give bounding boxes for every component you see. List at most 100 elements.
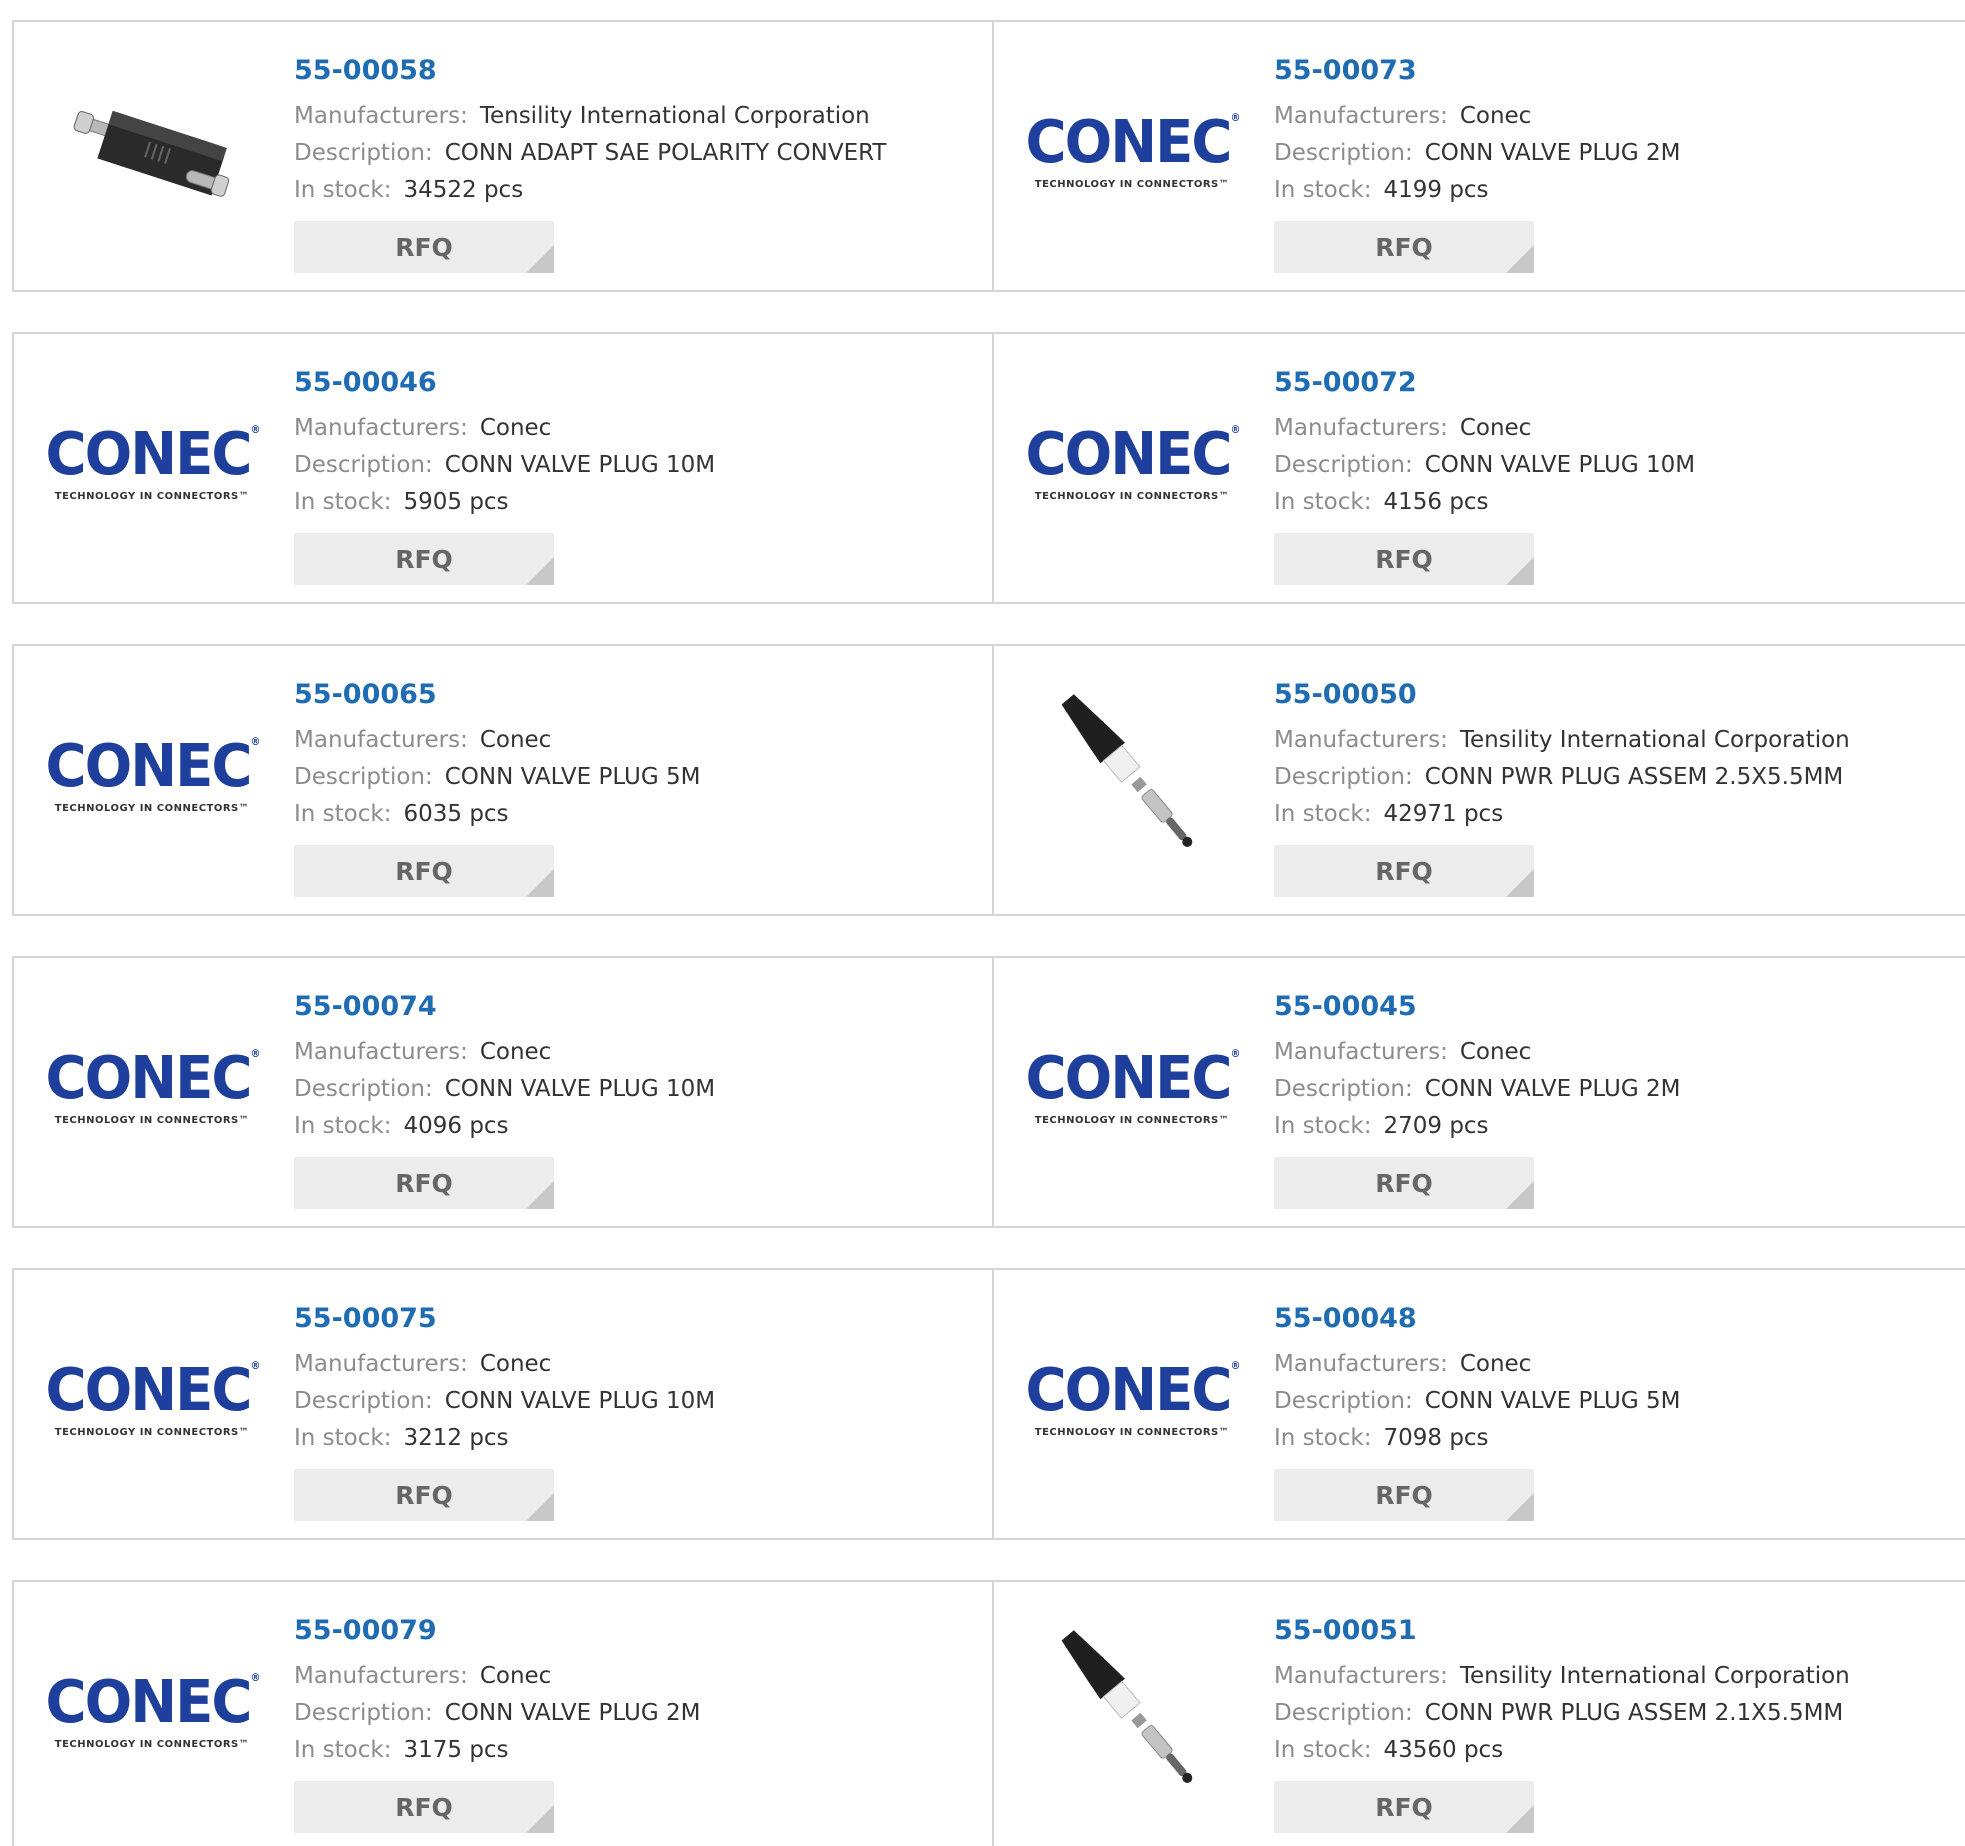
part-number-link[interactable]: 55-00074 — [294, 988, 715, 1026]
part-number-link[interactable]: 55-00065 — [294, 676, 700, 714]
stock-value: 4096 pcs — [403, 1113, 509, 1139]
manufacturer-label: Manufacturers: — [1274, 1039, 1448, 1065]
stock-label: In stock: — [1274, 1425, 1372, 1451]
stock-value: 4199 pcs — [1383, 177, 1489, 203]
corner-triangle-icon — [1506, 1181, 1534, 1209]
corner-triangle-icon — [1506, 869, 1534, 897]
manufacturer-label: Manufacturers: — [294, 1039, 468, 1065]
manufacturer-value: Conec — [479, 1663, 552, 1689]
product-image[interactable]: CONEC® TECHNOLOGY IN CONNECTORS™ — [1026, 374, 1241, 554]
part-number-link[interactable]: 55-00079 — [294, 1612, 700, 1650]
product-info: 55-00050 Manufacturers: Tensility Interna… — [1274, 676, 1850, 897]
stock-line: In stock: 4199 pcs — [1274, 172, 1680, 209]
part-number-link[interactable]: 55-00048 — [1274, 1300, 1680, 1338]
part-number-link[interactable]: 55-00051 — [1274, 1612, 1850, 1650]
product-info: 55-00058 Manufacturers: Tensility Interna… — [294, 52, 886, 273]
rfq-button[interactable]: RFQ — [1274, 1157, 1534, 1209]
product-card: CONEC® TECHNOLOGY IN CONNECTORS™ 55-00075… — [14, 1270, 992, 1538]
corner-triangle-icon — [526, 1493, 554, 1521]
product-image[interactable] — [50, 62, 254, 242]
part-number-link[interactable]: 55-00075 — [294, 1300, 715, 1338]
rfq-button[interactable]: RFQ — [294, 1469, 554, 1521]
description-line: Description: CONN VALVE PLUG 10M — [294, 1383, 715, 1420]
rfq-button[interactable]: RFQ — [1274, 845, 1534, 897]
part-number-link[interactable]: 55-00058 — [294, 52, 886, 90]
rfq-label: RFQ — [395, 856, 453, 886]
part-number-link[interactable]: 55-00050 — [1274, 676, 1850, 714]
manufacturer-value: Conec — [479, 1039, 552, 1065]
logo-tagline: TECHNOLOGY IN CONNECTORS™ — [54, 1114, 250, 1126]
product-info: 55-00065 Manufacturers: Conec Description… — [294, 676, 700, 897]
product-image[interactable]: CONEC® TECHNOLOGY IN CONNECTORS™ — [46, 374, 261, 554]
description-label: Description: — [294, 452, 433, 478]
logo-tagline: TECHNOLOGY IN CONNECTORS™ — [1034, 178, 1230, 190]
corner-triangle-icon — [1506, 557, 1534, 585]
corner-triangle-icon — [526, 1805, 554, 1833]
description-line: Description: CONN VALVE PLUG 2M — [1274, 135, 1680, 172]
rfq-button[interactable]: RFQ — [294, 533, 554, 585]
product-image[interactable]: CONEC® TECHNOLOGY IN CONNECTORS™ — [46, 1622, 261, 1802]
rfq-label: RFQ — [395, 1168, 453, 1198]
manufacturer-value: Conec — [479, 727, 552, 753]
rfq-label: RFQ — [1375, 856, 1433, 886]
product-info: 55-00073 Manufacturers: Conec Description… — [1274, 52, 1680, 273]
manufacturer-line: Manufacturers: Tensility International Co… — [1274, 722, 1850, 759]
product-image[interactable]: CONEC® TECHNOLOGY IN CONNECTORS™ — [46, 998, 261, 1178]
product-row: CONEC® TECHNOLOGY IN CONNECTORS™ 55-00065… — [12, 644, 1965, 916]
stock-line: In stock: 7098 pcs — [1274, 1420, 1680, 1457]
stock-line: In stock: 3212 pcs — [294, 1420, 715, 1457]
product-card: CONEC® TECHNOLOGY IN CONNECTORS™ 55-00065… — [14, 646, 992, 914]
rfq-button[interactable]: RFQ — [294, 845, 554, 897]
corner-triangle-icon — [526, 1181, 554, 1209]
stock-value: 2709 pcs — [1383, 1113, 1489, 1139]
product-card: 55-00050 Manufacturers: Tensility Interna… — [992, 646, 1965, 914]
conec-logo: CONEC® TECHNOLOGY IN CONNECTORS™ — [1026, 1361, 1241, 1438]
stock-line: In stock: 4156 pcs — [1274, 484, 1695, 521]
rfq-button[interactable]: RFQ — [1274, 221, 1534, 273]
logo-tagline: TECHNOLOGY IN CONNECTORS™ — [54, 1738, 250, 1750]
logo-wordmark: CONEC® — [1025, 107, 1241, 177]
product-image[interactable] — [1030, 1622, 1234, 1802]
rfq-button[interactable]: RFQ — [294, 1157, 554, 1209]
rfq-button[interactable]: RFQ — [1274, 1781, 1534, 1833]
part-number-link[interactable]: 55-00072 — [1274, 364, 1695, 402]
part-number-link[interactable]: 55-00046 — [294, 364, 715, 402]
corner-triangle-icon — [526, 869, 554, 897]
rfq-button[interactable]: RFQ — [1274, 533, 1534, 585]
stock-label: In stock: — [294, 177, 392, 203]
logo-tagline: TECHNOLOGY IN CONNECTORS™ — [54, 490, 250, 502]
description-line: Description: CONN VALVE PLUG 5M — [1274, 1383, 1680, 1420]
part-number-link[interactable]: 55-00073 — [1274, 52, 1680, 90]
product-image[interactable]: CONEC® TECHNOLOGY IN CONNECTORS™ — [1026, 1310, 1241, 1490]
product-image[interactable] — [1030, 686, 1234, 866]
stock-label: In stock: — [294, 801, 392, 827]
stock-value: 34522 pcs — [403, 177, 524, 203]
description-value: CONN VALVE PLUG 2M — [1424, 140, 1681, 166]
stock-label: In stock: — [294, 489, 392, 515]
part-number-link[interactable]: 55-00045 — [1274, 988, 1680, 1026]
description-line: Description: CONN VALVE PLUG 5M — [294, 759, 700, 796]
description-label: Description: — [1274, 1700, 1413, 1726]
rfq-button[interactable]: RFQ — [294, 221, 554, 273]
description-line: Description: CONN VALVE PLUG 2M — [1274, 1071, 1680, 1108]
rfq-button[interactable]: RFQ — [1274, 1469, 1534, 1521]
manufacturer-label: Manufacturers: — [294, 727, 468, 753]
product-row: CONEC® TECHNOLOGY IN CONNECTORS™ 55-00074… — [12, 956, 1965, 1228]
rfq-button[interactable]: RFQ — [294, 1781, 554, 1833]
description-label: Description: — [1274, 140, 1413, 166]
product-info: 55-00072 Manufacturers: Conec Description… — [1274, 364, 1695, 585]
conec-logo: CONEC® TECHNOLOGY IN CONNECTORS™ — [46, 1673, 261, 1750]
description-value: CONN VALVE PLUG 5M — [1424, 1388, 1681, 1414]
product-image[interactable]: CONEC® TECHNOLOGY IN CONNECTORS™ — [1026, 62, 1241, 242]
conec-logo: CONEC® TECHNOLOGY IN CONNECTORS™ — [46, 1361, 261, 1438]
product-image[interactable]: CONEC® TECHNOLOGY IN CONNECTORS™ — [46, 1310, 261, 1490]
product-image[interactable]: CONEC® TECHNOLOGY IN CONNECTORS™ — [46, 686, 261, 866]
description-value: CONN VALVE PLUG 10M — [444, 1076, 716, 1102]
manufacturer-label: Manufacturers: — [1274, 1663, 1448, 1689]
stock-label: In stock: — [1274, 489, 1372, 515]
product-image[interactable]: CONEC® TECHNOLOGY IN CONNECTORS™ — [1026, 998, 1241, 1178]
description-line: Description: CONN PWR PLUG ASSEM 2.1X5.5M… — [1274, 1695, 1850, 1732]
product-row: CONEC® TECHNOLOGY IN CONNECTORS™ 55-00046… — [12, 332, 1965, 604]
stock-line: In stock: 42971 pcs — [1274, 796, 1850, 833]
description-value: CONN VALVE PLUG 5M — [444, 764, 701, 790]
